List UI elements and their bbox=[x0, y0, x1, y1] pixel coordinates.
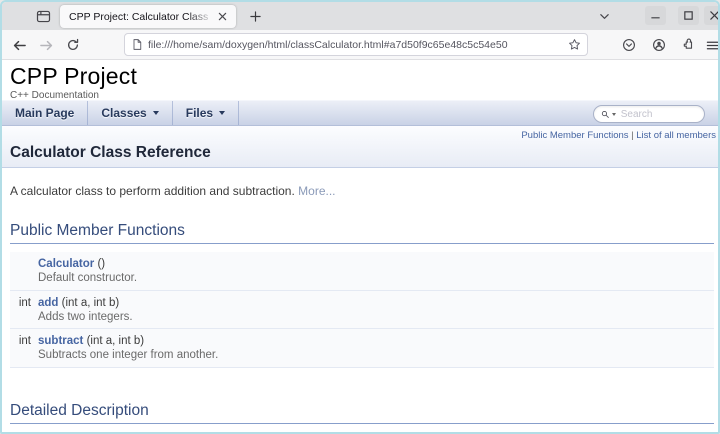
member-args: (int a, int b) bbox=[83, 335, 145, 347]
firefox-view-icon[interactable] bbox=[32, 7, 54, 25]
window-close-button[interactable] bbox=[704, 6, 718, 25]
member-return-type: int bbox=[18, 335, 31, 347]
nav-tab-label: Files bbox=[185, 106, 214, 120]
search-options-chevron-icon[interactable] bbox=[611, 112, 616, 116]
summary-link-public-member-functions[interactable]: Public Member Functions bbox=[521, 130, 628, 141]
list-all-tabs-icon[interactable] bbox=[594, 7, 614, 25]
nav-tab-files[interactable]: Files bbox=[173, 101, 240, 125]
forward-icon[interactable] bbox=[35, 34, 57, 56]
url-text[interactable]: file:///home/sam/doxygen/html/classCalcu… bbox=[148, 39, 563, 51]
page-icon bbox=[131, 38, 143, 51]
section-header-public-member-functions: Public Member Functions bbox=[10, 222, 714, 244]
member-link-add[interactable]: add bbox=[38, 297, 58, 309]
search-icon bbox=[601, 110, 609, 118]
member-link-subtract[interactable]: subtract bbox=[38, 335, 83, 347]
member-separator bbox=[10, 366, 714, 368]
browser-window: CPP Project: Calculator Class file:///ho… bbox=[0, 0, 720, 434]
member-args: (int a, int b) bbox=[58, 296, 120, 309]
member-desc: Default constructor. bbox=[38, 272, 138, 284]
search-box[interactable] bbox=[593, 105, 705, 123]
reload-icon[interactable] bbox=[62, 34, 84, 56]
section-header-detailed-description: Detailed Description bbox=[10, 402, 714, 424]
more-link[interactable]: More... bbox=[298, 184, 335, 198]
doxygen-nav-bar: Main Page Classes Files bbox=[2, 100, 718, 126]
member-desc: Subtracts one integer from another. bbox=[38, 349, 219, 361]
search-input[interactable] bbox=[620, 108, 697, 120]
member-args: () bbox=[94, 258, 106, 270]
pocket-icon[interactable] bbox=[619, 35, 639, 55]
member-desc-row: Adds two integers. bbox=[10, 308, 714, 328]
member-row: int subtract (int a, int b) bbox=[10, 328, 714, 347]
account-icon[interactable] bbox=[649, 35, 669, 55]
window-maximize-button[interactable] bbox=[678, 6, 699, 25]
nav-tab-label: Main Page bbox=[15, 106, 75, 120]
browser-tab[interactable]: CPP Project: Calculator Class bbox=[60, 5, 236, 28]
summary-link-list-of-all-members[interactable]: List of all members bbox=[636, 130, 716, 141]
back-icon[interactable] bbox=[8, 34, 30, 56]
member-row: int add (int a, int b) bbox=[10, 290, 714, 309]
tab-close-icon[interactable] bbox=[214, 9, 230, 25]
window-minimize-button[interactable] bbox=[645, 6, 666, 25]
nav-tab-label: Classes bbox=[101, 106, 147, 120]
project-name: CPP Project bbox=[10, 63, 138, 89]
chevron-down-icon bbox=[219, 111, 226, 115]
page-content: CPP Project C++ Documentation Main Page … bbox=[2, 60, 718, 431]
page-title: Calculator Class Reference bbox=[10, 144, 211, 161]
tab-title: CPP Project: Calculator Class bbox=[69, 10, 209, 23]
firefox-view-icon-svg bbox=[36, 10, 50, 22]
doxygen-page-header: Public Member Functions | List of all me… bbox=[2, 126, 718, 168]
brief-description: A calculator class to perform addition a… bbox=[10, 184, 714, 198]
nav-tab-main-page[interactable]: Main Page bbox=[2, 101, 89, 125]
chevron-down-icon bbox=[152, 111, 159, 115]
member-return-type bbox=[10, 252, 31, 270]
member-return-type: int bbox=[18, 296, 31, 309]
brief-text: A calculator class to perform addition a… bbox=[10, 184, 295, 198]
url-bar[interactable]: file:///home/sam/doxygen/html/classCalcu… bbox=[124, 33, 588, 56]
member-desc: Adds two integers. bbox=[38, 310, 133, 323]
browser-toolbar: file:///home/sam/doxygen/html/classCalcu… bbox=[2, 30, 718, 60]
member-desc-row: Subtracts one integer from another. bbox=[10, 347, 714, 366]
nav-tab-classes[interactable]: Classes bbox=[88, 101, 173, 125]
new-tab-button[interactable] bbox=[245, 7, 265, 25]
tab-bar: CPP Project: Calculator Class bbox=[2, 2, 718, 30]
member-desc-row: Default constructor. bbox=[10, 270, 714, 289]
bookmark-star-icon[interactable] bbox=[568, 38, 581, 51]
member-link-calculator[interactable]: Calculator bbox=[38, 258, 94, 270]
summary-links: Public Member Functions | List of all me… bbox=[10, 126, 716, 141]
doxygen-contents: A calculator class to perform addition a… bbox=[2, 184, 718, 431]
doxygen-title-area: CPP Project C++ Documentation bbox=[2, 60, 718, 101]
hamburger-menu-icon[interactable] bbox=[702, 35, 718, 55]
summary-divider: | bbox=[631, 130, 634, 141]
extensions-icon[interactable] bbox=[678, 35, 698, 55]
member-table: Calculator () Default constructor. int a… bbox=[10, 252, 714, 368]
member-row: Calculator () bbox=[10, 252, 714, 270]
